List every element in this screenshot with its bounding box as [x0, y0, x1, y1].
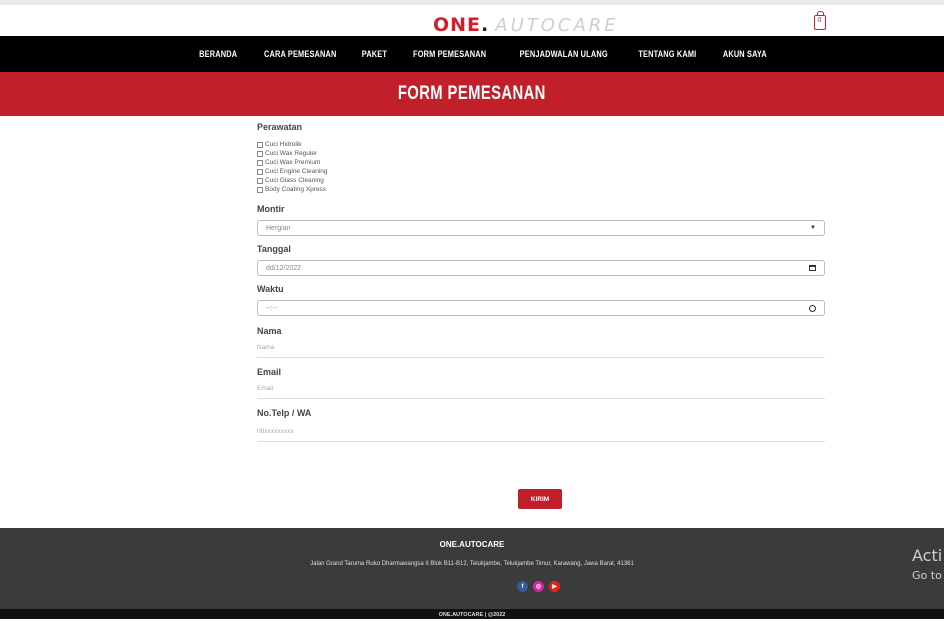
tanggal-input[interactable]: dd/12/2022: [257, 260, 825, 276]
checkbox[interactable]: [257, 186, 263, 193]
service-option[interactable]: Body Coating Xpress: [257, 185, 825, 194]
youtube-icon[interactable]: ▶: [549, 581, 560, 592]
windows-activation-watermark: Acti Go to: [912, 546, 942, 582]
checkbox[interactable]: [257, 150, 263, 157]
logo-one: ONE.: [433, 14, 490, 36]
booking-form: Perawatan Cuci Hidrolik Cuci Wax Reguler…: [257, 118, 825, 442]
nama-placeholder: Nama: [257, 344, 275, 351]
instagram-icon[interactable]: ◎: [533, 581, 544, 592]
nav-beranda[interactable]: BERANDA: [199, 49, 237, 59]
waktu-label: Waktu: [257, 284, 284, 294]
nama-input[interactable]: Nama: [257, 338, 825, 358]
montir-value: Hergian: [266, 224, 291, 232]
copyright-bar: ONE.AUTOCARE | @2022: [0, 609, 944, 619]
nav-tentang-kami[interactable]: TENTANG KAMI: [638, 49, 696, 59]
waktu-value: --:--: [266, 304, 278, 312]
nav-form-pemesanan[interactable]: FORM PEMESANAN: [413, 49, 486, 59]
tanggal-value: dd/12/2022: [266, 264, 302, 272]
tanggal-label: Tanggal: [257, 244, 291, 254]
site-footer: ONE.AUTOCARE Jalan Grand Taruma Ruko Dha…: [0, 528, 944, 609]
service-option[interactable]: Cuci Wax Premium: [257, 158, 825, 167]
submit-button[interactable]: KIRIM: [518, 489, 562, 509]
telp-label: No.Telp / WA: [257, 408, 312, 418]
checkbox[interactable]: [257, 141, 263, 148]
chevron-down-icon: ▼: [810, 225, 816, 231]
telp-input[interactable]: 08xxxxxxxxx: [257, 422, 825, 442]
clock-icon[interactable]: [809, 304, 816, 312]
waktu-input[interactable]: --:--: [257, 300, 825, 316]
perawatan-label: Perawatan: [257, 122, 303, 132]
footer-brand: ONE.AUTOCARE: [439, 540, 505, 549]
nav-cara-pemesanan[interactable]: CARA PEMESANAN: [264, 49, 337, 59]
checkbox[interactable]: [257, 168, 263, 175]
facebook-icon[interactable]: f: [517, 581, 528, 592]
checkbox[interactable]: [257, 159, 263, 166]
watermark-line2: Go to: [912, 569, 942, 582]
service-option[interactable]: Cuci Hidrolik: [257, 140, 825, 149]
email-input[interactable]: Email: [257, 379, 825, 399]
page-title: FORM PEMESANAN: [398, 83, 546, 104]
checkbox[interactable]: [257, 177, 263, 184]
top-header: ONE. AUTOCARE 0: [0, 0, 944, 36]
cart-count: 0: [817, 17, 822, 24]
page-banner: FORM PEMESANAN: [0, 72, 944, 116]
service-option[interactable]: Cuci Engine Cleaning: [257, 167, 825, 176]
email-label: Email: [257, 367, 282, 377]
service-checkbox-list: Cuci Hidrolik Cuci Wax Reguler Cuci Wax …: [257, 140, 825, 194]
service-option[interactable]: Cuci Wax Reguler: [257, 149, 825, 158]
site-logo[interactable]: ONE. AUTOCARE: [433, 14, 619, 36]
copyright-text: ONE.AUTOCARE | @2022: [438, 612, 506, 618]
nama-label: Nama: [257, 326, 282, 336]
service-option[interactable]: Cuci Glass Cleaning: [257, 176, 825, 185]
montir-label: Montir: [257, 204, 285, 214]
calendar-icon[interactable]: [809, 265, 816, 271]
montir-select[interactable]: Hergian ▼: [257, 220, 825, 236]
logo-autocare: AUTOCARE: [495, 14, 619, 36]
shopping-bag-icon[interactable]: 0: [814, 11, 826, 30]
footer-address: Jalan Grand Taruma Ruko Dharmawangsa II …: [310, 561, 634, 567]
watermark-line1: Acti: [912, 546, 943, 565]
nav-akun-saya[interactable]: AKUN SAYA: [723, 49, 767, 59]
nav-penjadwalan-ulang[interactable]: PENJADWALAN ULANG: [519, 49, 607, 59]
social-links: f ◎ ▶: [517, 581, 560, 592]
main-nav: BERANDA CARA PEMESANAN PAKET FORM PEMESA…: [0, 36, 944, 72]
email-placeholder: Email: [257, 385, 274, 392]
nav-paket[interactable]: PAKET: [362, 49, 387, 59]
telp-placeholder: 08xxxxxxxxx: [257, 428, 294, 435]
